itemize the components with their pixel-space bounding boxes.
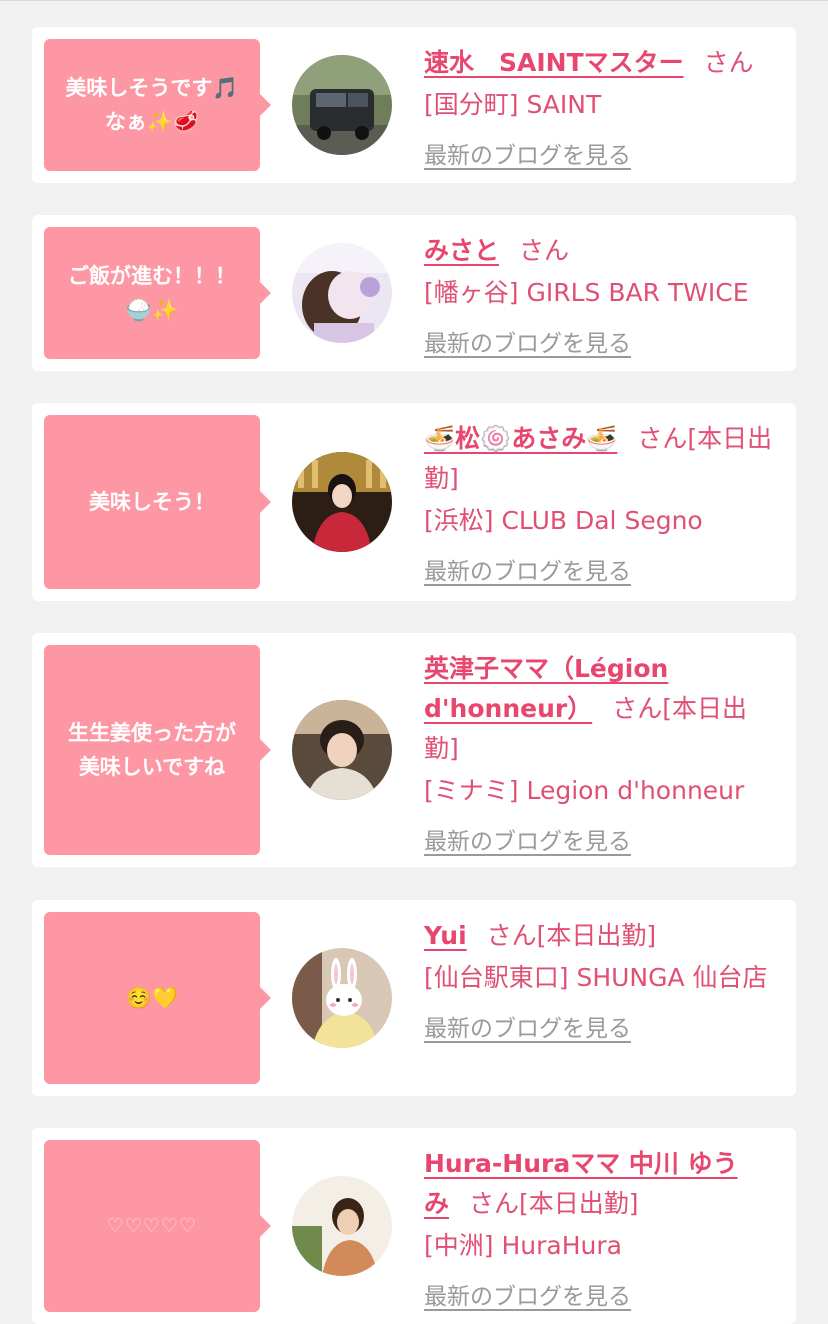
comment-bubble: 美味しそうです🎵 なぁ✨🥩 <box>44 39 271 171</box>
user-avatar[interactable] <box>292 948 392 1048</box>
kimono-portrait-photo-icon <box>292 452 392 552</box>
honorific: さん <box>519 236 570 265</box>
honorific: さん <box>612 694 663 723</box>
latest-blog-link[interactable]: 最新のブログを見る <box>424 329 631 359</box>
honorific: さん <box>637 424 688 453</box>
status-text: [本日出勤] <box>519 1189 639 1218</box>
user-avatar[interactable] <box>292 700 392 800</box>
latest-blog-link[interactable]: 最新のブログを見る <box>424 141 631 171</box>
honorific: さん <box>486 921 537 950</box>
comment-card: 美味しそうです🎵 なぁ✨🥩 速水 SAINTマスター さん [国分町] SAINT… <box>32 27 796 183</box>
user-info: Hura-Huraママ 中川 ゆうみ さん[本日出勤] [中洲] HuraHura… <box>424 1144 774 1312</box>
comment-card: ☺️💛 Yui さん[本日出勤] [仙台駅東口] SHUNGA 仙台店 最新のブ… <box>32 900 796 1096</box>
comment-bubble: 生生姜使った方が 美味しいですね <box>44 645 271 855</box>
comment-card: ご飯が進む！！！ 🍚✨ みさと さん [幡ヶ谷] GIRLS BAR TWICE … <box>32 215 796 371</box>
user-avatar[interactable] <box>292 452 392 552</box>
user-name-link[interactable]: Yui <box>424 921 467 950</box>
comment-list: 美味しそうです🎵 なぁ✨🥩 速水 SAINTマスター さん [国分町] SAINT… <box>0 1 828 1324</box>
user-info: Yui さん[本日出勤] [仙台駅東口] SHUNGA 仙台店 最新のブログを見る <box>424 916 774 1044</box>
user-name-link[interactable]: 速水 SAINTマスター <box>424 48 684 77</box>
shop-label: [中洲] HuraHura <box>424 1231 622 1260</box>
latest-blog-link[interactable]: 最新のブログを見る <box>424 1014 631 1044</box>
comment-bubble: ☺️💛 <box>44 912 271 1084</box>
honorific: さん <box>469 1189 520 1218</box>
shop-label: [仙台駅東口] SHUNGA 仙台店 <box>424 963 768 992</box>
shop-label: [ミナミ] Legion d'honneur <box>424 776 745 805</box>
comment-bubble: ご飯が進む！！！ 🍚✨ <box>44 227 271 359</box>
user-avatar[interactable] <box>292 243 392 343</box>
comment-bubble: ♡♡♡♡♡ <box>44 1140 271 1312</box>
shop-label: [幡ヶ谷] GIRLS BAR TWICE <box>424 278 749 307</box>
latest-blog-link[interactable]: 最新のブログを見る <box>424 1282 631 1312</box>
portrait-photo-icon <box>292 1176 392 1276</box>
user-info: 英津子ママ（Légion d'honneur） さん[本日出勤] [ミナミ] Le… <box>424 649 774 857</box>
latest-blog-link[interactable]: 最新のブログを見る <box>424 827 631 857</box>
user-name-link[interactable]: 🍜松🍥あさみ🍜 <box>424 424 617 453</box>
user-info: 速水 SAINTマスター さん [国分町] SAINT 最新のブログを見る <box>424 43 774 171</box>
comment-card: 美味しそう！ 🍜松🍥あさみ🍜 さん[本日出勤] [浜松] CLUB Dal Seg… <box>32 403 796 601</box>
latest-blog-link[interactable]: 最新のブログを見る <box>424 557 631 587</box>
user-avatar[interactable] <box>292 1176 392 1276</box>
portrait-photo-icon <box>292 700 392 800</box>
car-photo-icon <box>292 55 392 155</box>
comment-bubble: 美味しそう！ <box>44 415 271 589</box>
user-avatar[interactable] <box>292 55 392 155</box>
user-info: 🍜松🍥あさみ🍜 さん[本日出勤] [浜松] CLUB Dal Segno 最新のブ… <box>424 419 774 587</box>
user-info: みさと さん [幡ヶ谷] GIRLS BAR TWICE 最新のブログを見る <box>424 231 774 359</box>
portrait-photo-icon <box>292 243 392 343</box>
bunny-face-portrait-photo-icon <box>292 948 392 1048</box>
shop-label: [浜松] CLUB Dal Segno <box>424 506 703 535</box>
comment-card: 生生姜使った方が 美味しいですね 英津子ママ（Légion d'honneur）… <box>32 633 796 867</box>
shop-label: [国分町] SAINT <box>424 90 602 119</box>
user-name-link[interactable]: みさと <box>424 236 499 265</box>
comment-card: ♡♡♡♡♡ Hura-Huraママ 中川 ゆうみ さん[本日出勤] [中洲] Hu… <box>32 1128 796 1324</box>
honorific: さん <box>703 48 754 77</box>
status-text: [本日出勤] <box>536 921 657 950</box>
